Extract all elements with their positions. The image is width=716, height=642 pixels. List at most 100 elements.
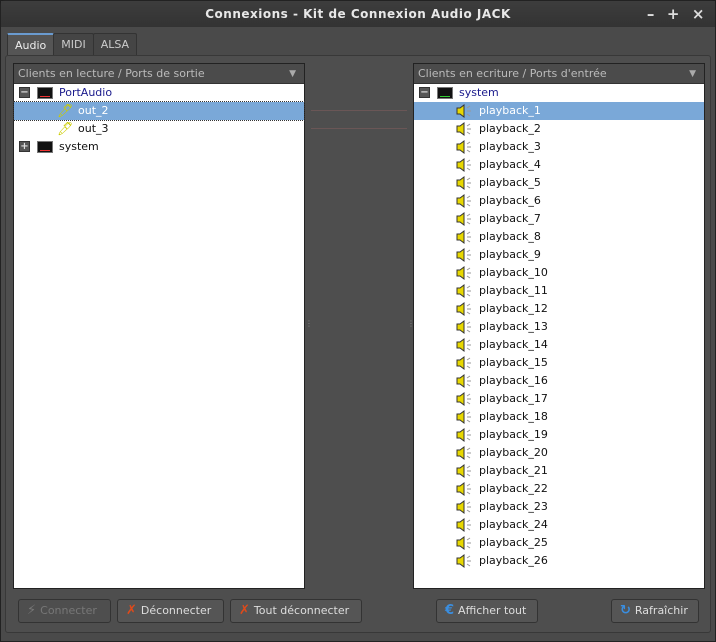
collapse-icon[interactable]: − [419, 87, 430, 98]
port-label: playback_15 [479, 356, 548, 369]
input-tree-header[interactable]: Clients en ecriture / Ports d'entrée ▼ [414, 64, 704, 84]
client-icon [37, 141, 53, 153]
speaker-icon [456, 140, 472, 154]
port-item[interactable]: playback_22 [414, 480, 704, 498]
expand-all-label: Afficher tout [458, 604, 527, 617]
speaker-icon [456, 446, 472, 460]
connect-icon: ⚡ [27, 603, 37, 618]
port-label: playback_23 [479, 500, 548, 513]
speaker-icon [456, 176, 472, 190]
client-item[interactable]: − PortAudio [14, 84, 304, 102]
minimize-button[interactable]: – [647, 1, 655, 27]
speaker-icon [456, 392, 472, 406]
speaker-icon [456, 482, 472, 496]
speaker-icon [456, 248, 472, 262]
port-item[interactable]: playback_7 [414, 210, 704, 228]
port-item[interactable]: playback_5 [414, 174, 704, 192]
disconnect-all-button[interactable]: ✗ Tout déconnecter [230, 599, 362, 623]
window-title: Connexions - Kit de Connexion Audio JACK [205, 7, 511, 21]
port-item[interactable]: playback_2 [414, 120, 704, 138]
disconnect-all-icon: ✗ [239, 603, 250, 618]
port-item[interactable]: playback_4 [414, 156, 704, 174]
tab-alsa[interactable]: ALSA [92, 33, 138, 55]
port-label: playback_6 [479, 194, 541, 207]
sort-arrow-icon: ▼ [289, 69, 296, 79]
port-label: playback_25 [479, 536, 548, 549]
connect-label: Connecter [40, 604, 97, 617]
client-label: system [459, 86, 499, 99]
port-label: playback_24 [479, 518, 548, 531]
port-label: playback_1 [479, 104, 541, 117]
port-label: out_2 [78, 104, 109, 117]
port-item[interactable]: playback_15 [414, 354, 704, 372]
port-label: playback_21 [479, 464, 548, 477]
client-label: PortAudio [59, 86, 113, 99]
input-ports-tree[interactable]: Clients en ecriture / Ports d'entrée ▼ − s… [413, 63, 705, 589]
port-item[interactable]: playback_26 [414, 552, 704, 570]
port-label: playback_19 [479, 428, 548, 441]
port-label: playback_20 [479, 446, 548, 459]
speaker-icon [456, 518, 472, 532]
tab-audio[interactable]: Audio [7, 33, 55, 55]
maximize-button[interactable]: + [667, 1, 680, 27]
port-item[interactable]: playback_25 [414, 534, 704, 552]
port-item[interactable]: playback_1 [414, 102, 704, 120]
port-item[interactable]: playback_13 [414, 318, 704, 336]
port-item[interactable]: playback_17 [414, 390, 704, 408]
port-item[interactable]: playback_3 [414, 138, 704, 156]
port-label: playback_5 [479, 176, 541, 189]
speaker-icon [456, 338, 472, 352]
disconnect-label: Déconnecter [140, 604, 212, 617]
port-item[interactable]: playback_11 [414, 282, 704, 300]
port-label: playback_12 [479, 302, 548, 315]
output-tree-header[interactable]: Clients en lecture / Ports de sortie ▼ [14, 64, 304, 84]
port-label: playback_22 [479, 482, 548, 495]
connect-button[interactable]: ⚡ Connecter [18, 599, 111, 623]
port-item[interactable]: playback_19 [414, 426, 704, 444]
port-label: playback_14 [479, 338, 548, 351]
close-button[interactable]: × [692, 1, 705, 27]
port-item[interactable]: playback_6 [414, 192, 704, 210]
speaker-icon [456, 266, 472, 280]
audio-jack-icon: 🖊 [57, 104, 74, 119]
client-item[interactable]: − system [414, 84, 704, 102]
disconnect-icon: ✗ [126, 603, 137, 618]
tab-midi[interactable]: MIDI [53, 33, 94, 55]
speaker-icon [456, 428, 472, 442]
disconnect-button[interactable]: ✗ Déconnecter [117, 599, 224, 623]
port-item[interactable]: playback_20 [414, 444, 704, 462]
port-item[interactable]: playback_21 [414, 462, 704, 480]
speaker-icon [456, 464, 472, 478]
port-label: playback_13 [479, 320, 548, 333]
client-label: system [59, 140, 99, 153]
audio-jack-icon: 🖊 [57, 122, 74, 137]
speaker-icon [456, 230, 472, 244]
client-item[interactable]: + system [14, 138, 304, 156]
title-bar: Connexions - Kit de Connexion Audio JACK… [1, 1, 715, 27]
expand-all-icon: € [445, 603, 455, 618]
port-item[interactable]: playback_9 [414, 246, 704, 264]
expand-icon[interactable]: + [19, 141, 30, 152]
port-item[interactable]: playback_8 [414, 228, 704, 246]
splitter-handle[interactable]: ⋮ [305, 319, 313, 328]
port-item[interactable]: playback_18 [414, 408, 704, 426]
speaker-icon [456, 320, 472, 334]
speaker-icon [456, 374, 472, 388]
sort-arrow-icon: ▼ [689, 69, 696, 79]
port-item[interactable]: playback_23 [414, 498, 704, 516]
refresh-button[interactable]: ↻ Rafraîchir [611, 599, 699, 623]
collapse-icon[interactable]: − [19, 87, 30, 98]
port-item[interactable]: 🖊 out_3 [14, 120, 304, 138]
port-item[interactable]: playback_12 [414, 300, 704, 318]
speaker-icon [456, 284, 472, 298]
port-item[interactable]: playback_16 [414, 372, 704, 390]
speaker-icon [456, 302, 472, 316]
output-ports-tree[interactable]: Clients en lecture / Ports de sortie ▼ − P… [13, 63, 305, 589]
speaker-icon [456, 356, 472, 370]
port-item[interactable]: playback_10 [414, 264, 704, 282]
port-item[interactable]: 🖊 out_2 [13, 101, 305, 121]
refresh-icon: ↻ [620, 603, 631, 618]
port-item[interactable]: playback_14 [414, 336, 704, 354]
expand-all-button[interactable]: € Afficher tout [436, 599, 538, 623]
port-item[interactable]: playback_24 [414, 516, 704, 534]
